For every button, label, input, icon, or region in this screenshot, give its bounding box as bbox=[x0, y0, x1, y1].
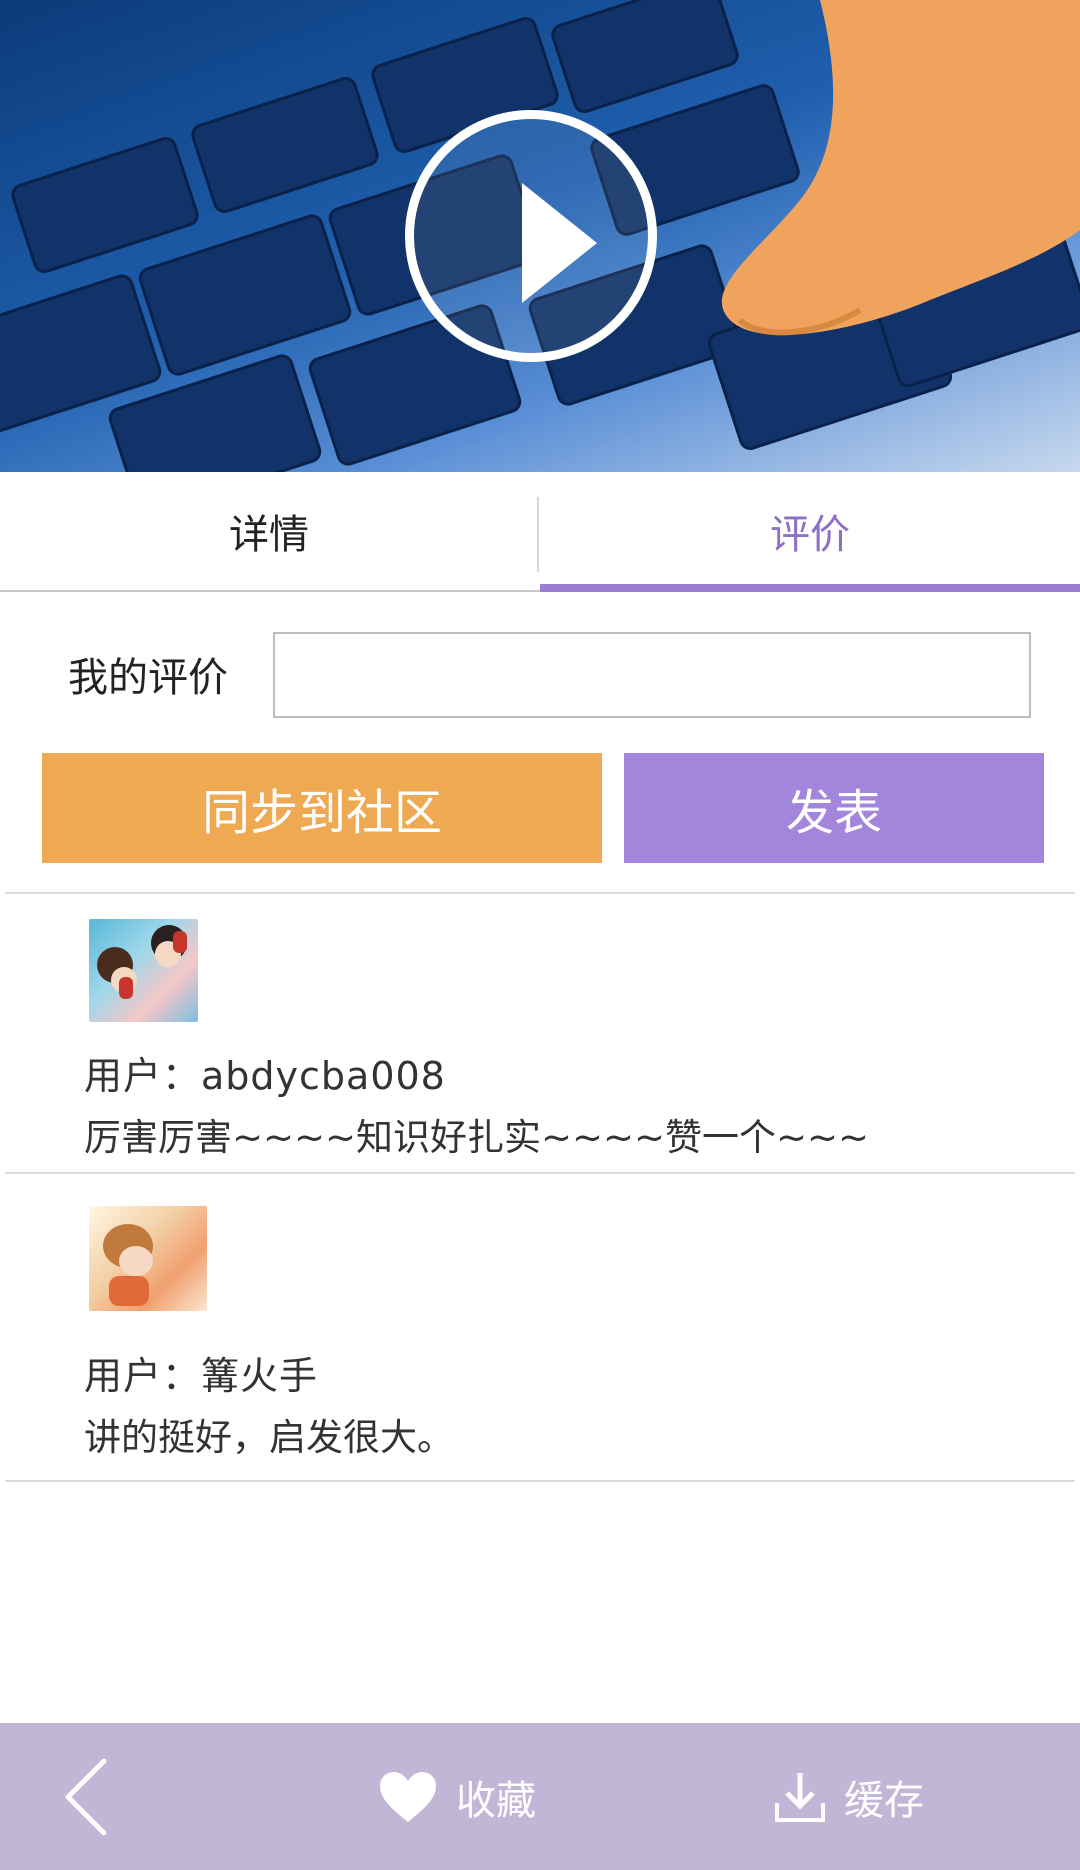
avatar bbox=[89, 919, 198, 1022]
divider bbox=[5, 1480, 1075, 1482]
sync-to-community-button[interactable]: 同步到社区 bbox=[42, 753, 602, 863]
publish-button[interactable]: 发表 bbox=[624, 753, 1044, 863]
tab-reviews[interactable]: 评价 bbox=[540, 472, 1080, 590]
chevron-left-icon bbox=[65, 1758, 107, 1836]
cache-button[interactable]: 缓存 bbox=[774, 1759, 924, 1835]
back-button[interactable] bbox=[60, 1757, 130, 1837]
comment-username: 用户：abdycba008 bbox=[84, 1054, 446, 1098]
divider bbox=[5, 892, 1075, 894]
play-button[interactable] bbox=[405, 110, 657, 362]
bottom-action-bar: 收藏 缓存 bbox=[0, 1723, 1080, 1870]
comment-text: 厉害厉害~~~~知识好扎实~~~~赞一个~~~ bbox=[84, 1116, 870, 1159]
tab-divider bbox=[537, 497, 539, 572]
download-icon bbox=[775, 1773, 825, 1822]
video-player[interactable] bbox=[0, 0, 1080, 472]
comment-text: 讲的挺好，启发很大。 bbox=[84, 1416, 454, 1459]
avatar bbox=[89, 1206, 207, 1311]
tab-bar: 详情 评价 bbox=[0, 472, 1080, 592]
my-review-label: 我的评价 bbox=[68, 655, 228, 701]
favorite-label: 收藏 bbox=[456, 1778, 536, 1824]
cache-label: 缓存 bbox=[844, 1778, 924, 1824]
play-icon bbox=[522, 183, 597, 303]
comment-username: 用户：篝火手 bbox=[84, 1354, 319, 1398]
favorite-button[interactable]: 收藏 bbox=[378, 1759, 536, 1835]
active-tab-indicator bbox=[540, 584, 1080, 592]
review-input[interactable] bbox=[273, 632, 1031, 718]
heart-icon bbox=[380, 1772, 436, 1822]
divider bbox=[5, 1172, 1075, 1174]
tab-details[interactable]: 详情 bbox=[0, 472, 538, 590]
